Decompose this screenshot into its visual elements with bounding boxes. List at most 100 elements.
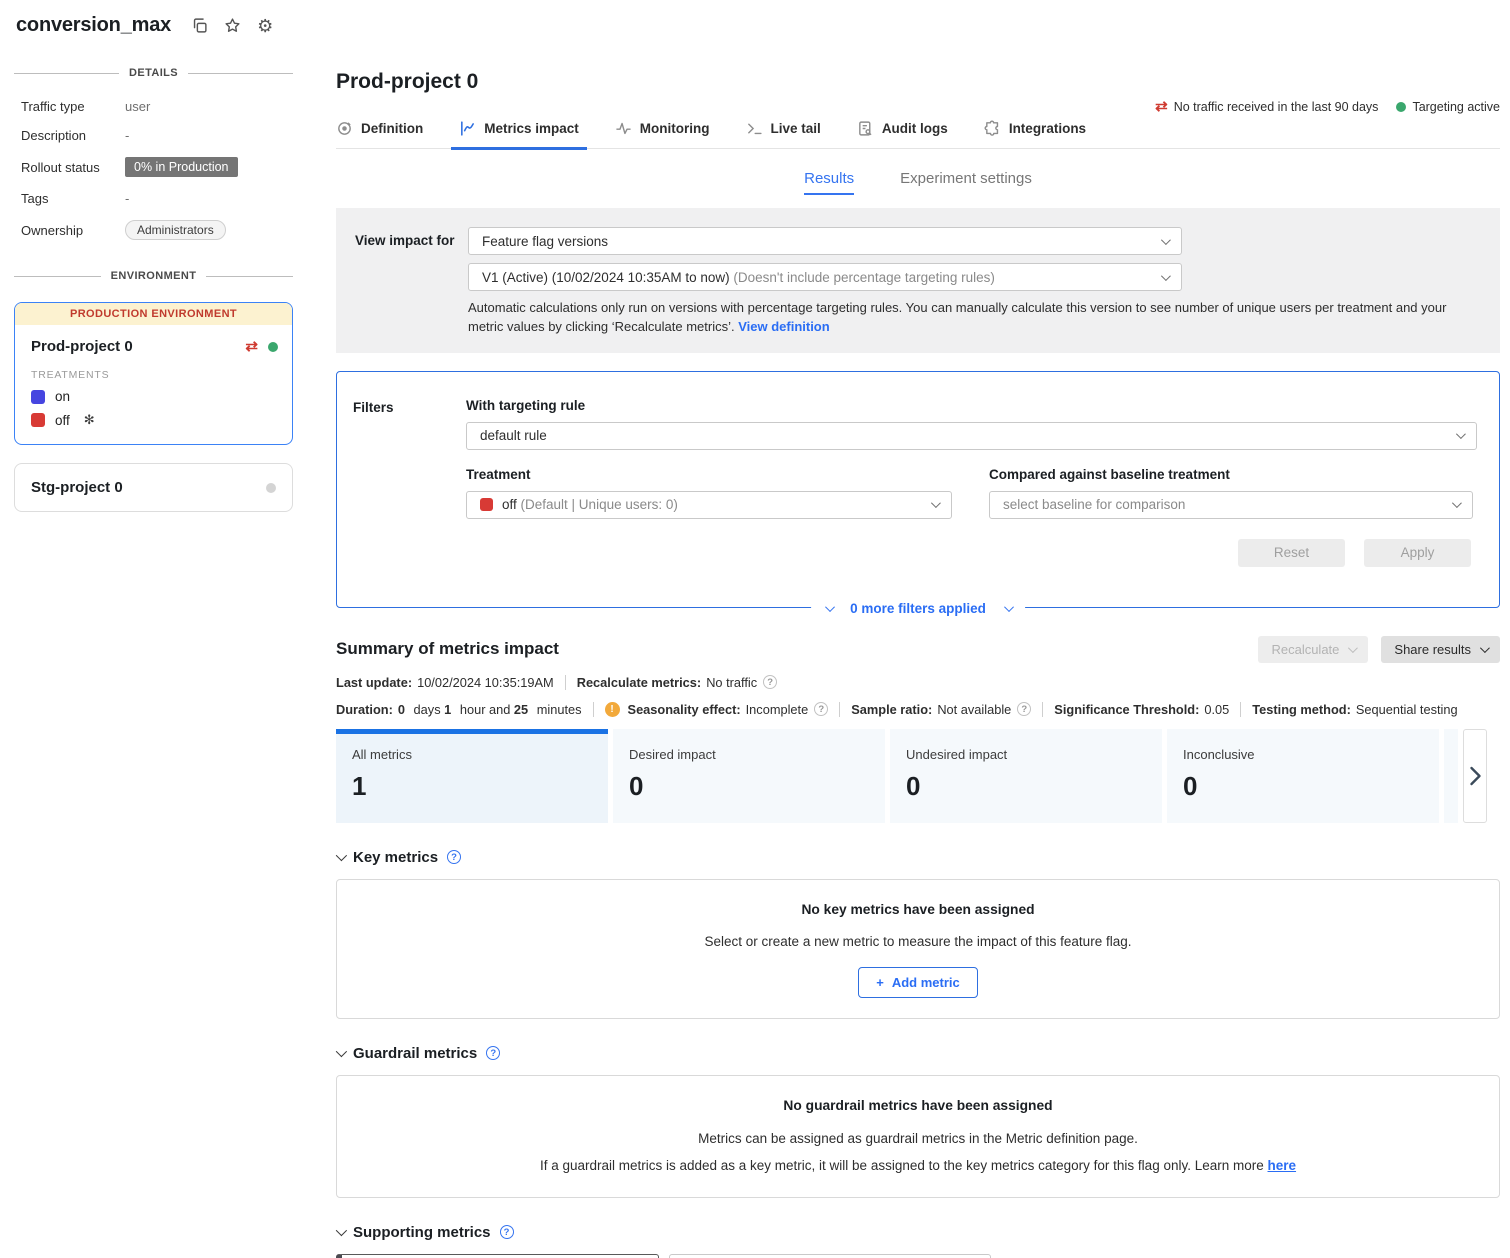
collapse-chevron-icon[interactable] [336,850,347,861]
add-metric-button[interactable]: + Add metric [858,967,978,998]
detail-label: Traffic type [21,99,125,114]
star-icon[interactable] [224,17,241,34]
treatment-name: off [55,413,70,428]
treatment-row-off: off ✻ [31,412,278,428]
summary-info-line-2: Duration: 0 days 1 hour and 25 minutes !… [336,702,1500,717]
impact-type-dropdown[interactable]: Feature flag versions [468,227,1182,255]
help-icon[interactable]: ? [814,702,828,716]
detail-value: user [125,99,293,114]
staging-environment-card[interactable]: Stg-project 0 [14,463,293,512]
apply-button[interactable]: Apply [1364,539,1471,567]
summary-heading: Summary of metrics impact [336,639,559,659]
pulse-icon [615,120,632,137]
supporting-metrics-title: Supporting metrics [353,1224,491,1241]
tab-monitoring[interactable]: Monitoring [615,120,710,148]
detail-value: - [125,128,293,143]
production-environment-card[interactable]: PRODUCTION ENVIRONMENT Prod-project 0 ⇄ … [14,302,293,445]
card-inconclusive[interactable]: Inconclusive 0 [1167,729,1439,823]
help-icon[interactable]: ? [486,1046,500,1060]
sidebar: conversion_max ⚙ DETAILS Traffic type us… [0,0,315,1258]
ownership-badge[interactable]: Administrators [125,220,226,240]
treatment-color-swatch [480,498,493,511]
tab-definition[interactable]: Definition [336,120,423,148]
view-definition-link[interactable]: View definition [738,319,830,334]
guardrail-learn-more: If a guardrail metrics is added as a key… [357,1158,1479,1173]
detail-label: Ownership [21,223,125,238]
treatment-dropdown[interactable]: off (Default | Unique users: 0) [466,491,952,519]
default-treatment-icon: ✻ [84,412,95,428]
learn-more-link[interactable]: here [1268,1158,1297,1173]
metrics-summary-cards: All metrics 1 Desired impact 0 Undesired… [336,729,1500,823]
view-impact-label: View impact for [355,227,468,337]
subtab-experiment-settings[interactable]: Experiment settings [900,170,1032,195]
chevron-down-icon [1004,602,1014,612]
scroll-right-button[interactable] [1463,729,1487,823]
collapse-chevron-icon[interactable] [336,1225,347,1236]
filters-heading: Filters [353,398,466,567]
traffic-arrows-icon: ⇄ [1155,99,1168,114]
chart-line-icon [459,120,476,137]
targeting-rule-dropdown[interactable]: default rule [466,422,1477,450]
flag-name: conversion_max [16,14,171,37]
gear-icon[interactable]: ⚙ [257,17,273,35]
targeting-rule-label: With targeting rule [466,398,1477,413]
version-dropdown[interactable]: V1 (Active) (10/02/2024 10:35AM to now) … [468,263,1182,291]
chevron-down-icon [1348,643,1358,653]
card-desired-impact[interactable]: Desired impact 0 [613,729,885,823]
chevron-right-icon [1469,766,1482,786]
page-title: Prod-project 0 [336,70,478,94]
targeting-status: Targeting active [1396,100,1500,114]
chevron-down-icon [1161,271,1171,281]
details-divider: DETAILS [14,67,293,79]
help-icon[interactable]: ? [500,1225,514,1239]
collapse-chevron-icon[interactable] [336,1046,347,1057]
card-undesired-impact[interactable]: Undesired impact 0 [890,729,1162,823]
view-impact-panel: View impact for Feature flag versions V1… [336,208,1500,353]
key-metrics-header: Key metrics ? [336,849,1500,866]
more-filters-toggle[interactable]: 0 more filters applied [811,601,1025,616]
chevron-down-icon [931,498,941,508]
help-icon[interactable]: ? [447,850,461,864]
copy-icon[interactable] [191,17,208,34]
targeting-active-dot [1396,102,1406,112]
tab-bar: Definition Metrics impact Monitoring Liv… [336,120,1500,149]
baseline-dropdown[interactable]: select baseline for comparison [989,491,1473,519]
tab-metrics-impact[interactable]: Metrics impact [459,120,579,148]
chevron-down-icon [1161,235,1171,245]
tab-audit-logs[interactable]: Audit logs [857,120,948,148]
detail-label: Description [21,128,125,143]
conversion-metric-card[interactable]: conversion NOT AVAILABLE N/A ? No calcul… [336,1254,659,1258]
tab-integrations[interactable]: Integrations [984,120,1086,148]
subtab-results[interactable]: Results [804,170,854,195]
environment-divider: ENVIRONMENT [14,270,293,282]
details-list: Traffic type user Description - Rollout … [14,99,293,240]
chevron-down-icon [1480,643,1490,653]
plus-icon: + [876,975,884,990]
share-results-button[interactable]: Share results [1381,636,1500,663]
manage-metrics-button[interactable]: + Manage metrics [669,1254,991,1258]
chevron-down-icon [1456,429,1466,439]
recalculate-button[interactable]: Recalculate [1258,636,1368,663]
no-traffic-status: ⇄ No traffic received in the last 90 day… [1155,99,1378,114]
active-status-dot [268,342,278,352]
tab-live-tail[interactable]: Live tail [746,120,821,148]
environment-heading: ENVIRONMENT [111,270,197,282]
baseline-label: Compared against baseline treatment [989,467,1473,482]
treatment-label: Treatment [466,467,952,482]
help-icon[interactable]: ? [763,675,777,689]
reset-button[interactable]: Reset [1238,539,1345,567]
treatment-color-swatch [31,413,45,427]
production-banner: PRODUCTION ENVIRONMENT [15,303,292,325]
details-heading: DETAILS [129,67,178,79]
help-icon[interactable]: ? [1017,702,1031,716]
environment-name: Stg-project 0 [31,479,123,496]
detail-value: - [125,191,293,206]
guardrail-metrics-empty-state: No guardrail metrics have been assigned … [336,1075,1500,1198]
puzzle-icon [984,120,1001,137]
card-all-metrics[interactable]: All metrics 1 [336,729,608,823]
guardrail-metrics-title: Guardrail metrics [353,1045,477,1062]
target-icon [336,120,353,137]
warning-icon: ! [605,702,620,717]
treatment-color-swatch [31,390,45,404]
treatment-name: on [55,389,70,404]
